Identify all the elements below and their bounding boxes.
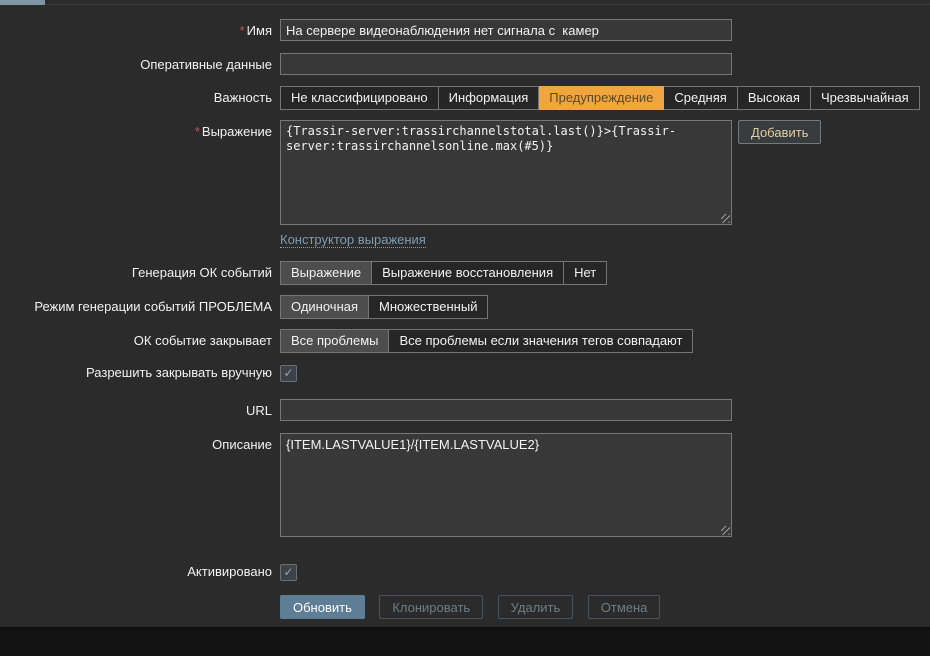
description-textarea[interactable]: {ITEM.LASTVALUE1}/{ITEM.LASTVALUE2}: [280, 433, 732, 537]
active-tab-indicator[interactable]: [0, 0, 45, 5]
description-row: Описание {ITEM.LASTVALUE1}/{ITEM.LASTVAL…: [0, 433, 930, 542]
enabled-row: Активировано ✓: [0, 562, 930, 581]
severity-option-disaster[interactable]: Чрезвычайная: [810, 86, 920, 110]
checkmark-icon: ✓: [283, 366, 294, 380]
enabled-checkbox[interactable]: ✓: [280, 564, 297, 581]
expression-label-text: Выражение: [201, 124, 272, 139]
severity-option-average[interactable]: Средняя: [664, 86, 738, 110]
manual-close-checkbox[interactable]: ✓: [280, 365, 297, 382]
tab-bar: [0, 0, 930, 5]
name-label-text: Имя: [246, 23, 272, 38]
expression-textarea[interactable]: {Trassir-server:trassirchannelstotal.las…: [280, 120, 732, 225]
name-label: * Имя: [0, 19, 272, 39]
expression-constructor-link[interactable]: Конструктор выражения: [280, 232, 426, 248]
ok-event-closes-control: Все проблемы Все проблемы если значения …: [280, 329, 694, 353]
url-row: URL: [0, 399, 930, 421]
cancel-button[interactable]: Отмена: [587, 595, 661, 619]
problem-mode-option-multiple[interactable]: Множественный: [369, 295, 489, 319]
ok-gen-option-expression[interactable]: Выражение: [280, 261, 373, 285]
severity-option-not-classified[interactable]: Не классифицировано: [280, 86, 439, 110]
ok-event-generation-control: Выражение Выражение восстановления Нет: [280, 261, 608, 285]
name-row: * Имя: [0, 19, 930, 41]
ok-gen-option-recovery-expression[interactable]: Выражение восстановления: [372, 261, 565, 285]
severity-option-high[interactable]: Высокая: [737, 86, 811, 110]
required-marker: *: [239, 23, 245, 38]
ok-event-generation-row: Генерация ОК событий Выражение Выражение…: [0, 261, 930, 285]
enabled-label: Активировано: [187, 564, 272, 579]
required-marker: *: [194, 124, 200, 139]
severity-option-warning[interactable]: Предупреждение: [539, 86, 665, 110]
severity-row: Важность Не классифицировано Информация …: [0, 86, 930, 110]
url-input[interactable]: [280, 399, 732, 421]
problem-event-mode-row: Режим генерации событий ПРОБЛЕМА Одиночн…: [0, 295, 930, 319]
problem-event-mode-control: Одиночная Множественный: [280, 295, 489, 319]
ok-event-generation-label: Генерация ОК событий: [131, 265, 272, 280]
trigger-form: *Имя Оперативные данные Важность Не клас…: [0, 5, 930, 619]
severity-control: Не классифицировано Информация Предупреж…: [280, 86, 920, 110]
ok-event-closes-label: ОК событие закрывает: [133, 333, 272, 348]
ok-closes-option-all-problems[interactable]: Все проблемы: [280, 329, 390, 353]
operational-data-input[interactable]: [280, 53, 732, 75]
checkmark-icon: ✓: [283, 565, 294, 579]
update-button[interactable]: Обновить: [280, 595, 365, 619]
form-actions-row: Обновить Клонировать Удалить Отмена: [0, 595, 930, 619]
delete-button[interactable]: Удалить: [497, 595, 574, 619]
expression-row: * Выражение {Trassir-server:trassirchanne…: [0, 120, 930, 249]
manual-close-row: Разрешить закрывать вручную ✓: [0, 363, 930, 382]
operational-data-label: Оперативные данные: [140, 57, 272, 72]
manual-close-label: Разрешить закрывать вручную: [86, 365, 272, 380]
ok-closes-option-all-problems-if-tags-match[interactable]: Все проблемы если значения тегов совпада…: [389, 329, 694, 353]
problem-event-mode-label: Режим генерации событий ПРОБЛЕМА: [34, 299, 272, 314]
severity-label: Важность: [213, 90, 272, 105]
footer-strip: [0, 627, 930, 656]
problem-mode-option-single[interactable]: Одиночная: [280, 295, 370, 319]
expression-label: * Выражение: [0, 120, 272, 140]
name-input[interactable]: [280, 19, 732, 41]
ok-event-closes-row: ОК событие закрывает Все проблемы Все пр…: [0, 329, 930, 353]
severity-option-information[interactable]: Информация: [438, 86, 540, 110]
description-label: Описание: [212, 437, 272, 452]
operational-data-row: Оперативные данные: [0, 53, 930, 75]
clone-button[interactable]: Клонировать: [379, 595, 484, 619]
ok-gen-option-none[interactable]: Нет: [564, 261, 608, 285]
add-expression-button[interactable]: Добавить: [738, 120, 822, 144]
url-label: URL: [245, 403, 272, 418]
